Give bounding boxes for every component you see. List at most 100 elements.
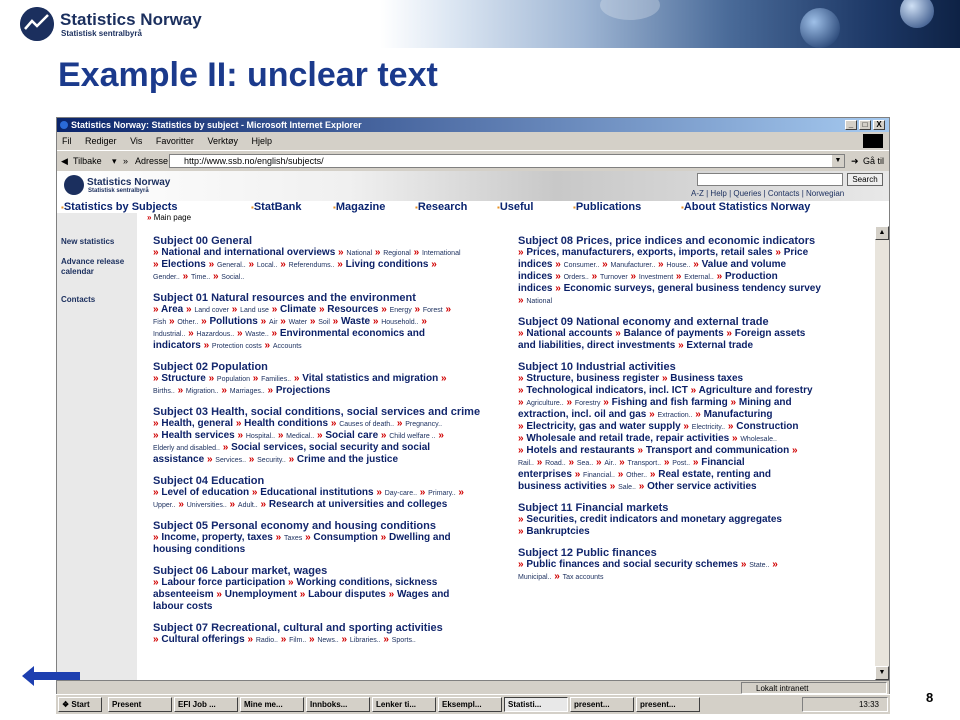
subtopic-link[interactable]: Pregnancy.. [405, 421, 442, 428]
subtopic-link[interactable]: Forest [423, 307, 443, 314]
subject-link[interactable]: indices [518, 259, 552, 270]
subject-link[interactable]: Working conditions, sickness [296, 577, 437, 588]
subtopic-link[interactable]: General.. [217, 262, 246, 269]
taskbar-item[interactable]: EFI Job ... [174, 697, 238, 712]
subtopic-link[interactable]: State.. [749, 562, 769, 569]
subject-link[interactable]: Projections [276, 385, 330, 396]
subject-link[interactable]: Transport and communication [646, 445, 789, 456]
go-button[interactable]: Gå til [863, 151, 884, 171]
subject-link[interactable]: Elections [161, 259, 205, 270]
subtopic-link[interactable]: Fish [153, 319, 166, 326]
subject-link[interactable]: Consumption [313, 532, 377, 543]
site-top-links[interactable]: A-Z | Help | Queries | Contacts | Norweg… [691, 189, 844, 198]
subject-link[interactable]: Securities, credit indicators and moneta… [526, 514, 782, 525]
subtopic-link[interactable]: Gender.. [153, 274, 180, 281]
subject-link[interactable]: Hotels and restaurants [526, 445, 634, 456]
subtopic-link[interactable]: Adult.. [238, 502, 258, 509]
subtopic-link[interactable]: Services.. [215, 457, 246, 464]
taskbar-item[interactable]: present... [570, 697, 634, 712]
breadcrumb[interactable]: » Main page [147, 213, 191, 222]
subtopic-link[interactable]: Agriculture.. [526, 400, 563, 407]
close-button[interactable]: X [873, 120, 885, 130]
subtopic-link[interactable]: Wholesale.. [740, 436, 777, 443]
subtopic-link[interactable]: Land use [240, 307, 269, 314]
subtopic-link[interactable]: Hospital.. [246, 433, 275, 440]
taskbar-item[interactable]: Mine me... [240, 697, 304, 712]
address-dropdown-icon[interactable]: ▼ [832, 155, 844, 167]
subject-title[interactable]: Subject 09 National economy and external… [518, 317, 863, 328]
subject-link[interactable]: Manufacturing [704, 409, 773, 420]
subject-title[interactable]: Subject 12 Public finances [518, 548, 863, 559]
subject-link[interactable]: Waste [341, 316, 370, 327]
subject-title[interactable]: Subject 08 Prices, price indices and eco… [518, 236, 863, 247]
subtopic-link[interactable]: Accounts [273, 343, 302, 350]
subtopic-link[interactable]: Consumer.. [564, 262, 600, 269]
subject-link[interactable]: Pollutions [210, 316, 258, 327]
subject-link[interactable]: Level of education [161, 487, 249, 498]
subtopic-link[interactable]: Investment [639, 274, 673, 281]
back-arrow-icon[interactable] [22, 664, 80, 688]
subtopic-link[interactable]: Industrial.. [153, 331, 185, 338]
subject-link[interactable]: Labour force participation [161, 577, 285, 588]
menu-rediger[interactable]: Rediger [85, 136, 117, 146]
subject-link[interactable]: Construction [736, 421, 798, 432]
subtopic-link[interactable]: Social.. [221, 274, 244, 281]
subject-link[interactable]: Climate [280, 304, 316, 315]
subtopic-link[interactable]: Local.. [257, 262, 278, 269]
back-button[interactable]: Tilbake [73, 151, 102, 171]
subject-link[interactable]: Foreign assets [735, 328, 806, 339]
scroll-down-icon[interactable]: ▼ [875, 666, 889, 680]
subject-link[interactable]: Environmental economics and [280, 328, 425, 339]
subject-link[interactable]: Cultural offerings [161, 634, 244, 645]
subject-link[interactable]: housing conditions [153, 544, 245, 555]
nav-useful[interactable]: Useful [497, 201, 534, 213]
subtopic-link[interactable]: Other.. [177, 319, 198, 326]
subtopic-link[interactable]: Taxes [284, 535, 302, 542]
subtopic-link[interactable]: Sports.. [392, 637, 416, 644]
subject-link[interactable]: business activities [518, 481, 607, 492]
subject-link[interactable]: extraction, incl. oil and gas [518, 409, 646, 420]
subtopic-link[interactable]: Primary.. [428, 490, 455, 497]
more-icon[interactable]: » [123, 151, 128, 171]
subject-link[interactable]: Health services [161, 430, 234, 441]
subject-link[interactable]: Health, general [161, 418, 233, 429]
scroll-up-icon[interactable]: ▲ [875, 226, 889, 240]
subject-link[interactable]: Social care [325, 430, 378, 441]
subject-link[interactable]: Crime and the justice [297, 454, 398, 465]
subtopic-link[interactable]: Referendums.. [289, 262, 335, 269]
subtopic-link[interactable]: News.. [317, 637, 338, 644]
subject-link[interactable]: Wholesale and retail trade, repair activ… [526, 433, 729, 444]
subject-link[interactable]: Value and volume [702, 259, 786, 270]
subtopic-link[interactable]: Air.. [604, 460, 616, 467]
subtopic-link[interactable]: Water [289, 319, 307, 326]
subject-title[interactable]: Subject 11 Financial markets [518, 503, 863, 514]
subtopic-link[interactable]: Migration.. [186, 388, 219, 395]
subtopic-link[interactable]: Energy [390, 307, 412, 314]
subtopic-link[interactable]: Road.. [545, 460, 566, 467]
subject-link[interactable]: Business taxes [670, 373, 743, 384]
subtopic-link[interactable]: Orders.. [564, 274, 589, 281]
subtopic-link[interactable]: Post.. [672, 460, 690, 467]
subject-title[interactable]: Subject 01 Natural resources and the env… [153, 293, 498, 304]
nav-research[interactable]: Research [415, 201, 468, 213]
subject-link[interactable]: Real estate, renting and [658, 469, 771, 480]
subject-title[interactable]: Subject 03 Health, social conditions, so… [153, 407, 498, 418]
subject-link[interactable]: Vital statistics and migration [302, 373, 438, 384]
subject-link[interactable]: Technological indicators, incl. ICT [526, 385, 688, 396]
taskbar-item[interactable]: Eksempl... [438, 697, 502, 712]
subject-title[interactable]: Subject 02 Population [153, 362, 498, 373]
subtopic-link[interactable]: Extraction.. [658, 412, 693, 419]
subtopic-link[interactable]: Sea.. [577, 460, 593, 467]
subtopic-link[interactable]: Sale.. [618, 484, 636, 491]
subject-link[interactable]: Economic surveys, general business tende… [564, 283, 821, 294]
menu-vis[interactable]: Vis [130, 136, 142, 146]
subtopic-link[interactable]: Causes of death.. [339, 421, 394, 428]
subtopic-link[interactable]: Land cover [194, 307, 229, 314]
minimize-button[interactable]: _ [845, 120, 857, 130]
taskbar-item[interactable]: Statisti... [504, 697, 568, 712]
subject-link[interactable]: Social services, social security and soc… [231, 442, 430, 453]
sidebar-item-new-statistics[interactable]: New statistics [61, 237, 135, 247]
subtopic-link[interactable]: Financial.. [583, 472, 615, 479]
subject-link[interactable]: Fishing and fish farming [612, 397, 728, 408]
subtopic-link[interactable]: Radio.. [256, 637, 278, 644]
